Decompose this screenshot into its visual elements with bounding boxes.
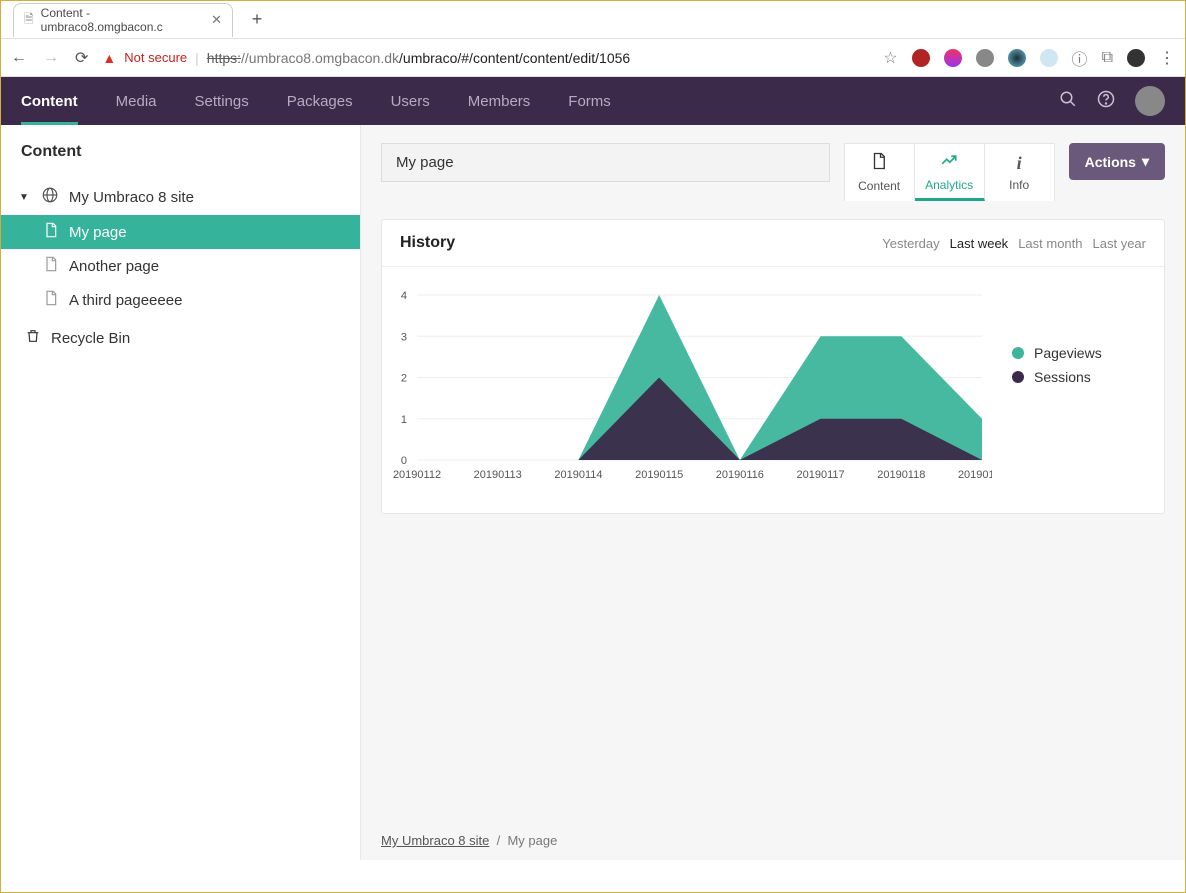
tree-item-third[interactable]: A third pageeeee — [1, 283, 360, 317]
nav-users[interactable]: Users — [391, 93, 430, 110]
nav-forms[interactable]: Forms — [568, 93, 611, 110]
date-range-selector: Yesterday Last week Last month Last year — [882, 236, 1146, 251]
nav-members[interactable]: Members — [468, 93, 531, 110]
browser-toolbar: ← → ⟳ ▲ Not secure | https://umbraco8.om… — [1, 39, 1185, 77]
search-icon[interactable] — [1059, 90, 1077, 113]
legend-dot-pageviews — [1012, 347, 1024, 359]
tree-recycle-bin[interactable]: Recycle Bin — [1, 321, 360, 355]
content-sidebar: Content ▼ My Umbraco 8 site My page Anot… — [1, 125, 361, 860]
svg-text:20190114: 20190114 — [554, 469, 602, 481]
document-icon — [43, 222, 59, 242]
url-text: https://umbraco8.omgbacon.dk/umbraco/#/c… — [207, 50, 630, 66]
svg-text:20190117: 20190117 — [797, 469, 845, 481]
document-icon — [870, 152, 888, 175]
legend-sessions: Sessions — [1034, 369, 1091, 385]
tree-root-label: My Umbraco 8 site — [69, 189, 194, 206]
tab-label: Content — [858, 179, 900, 193]
tree-item-label: Recycle Bin — [51, 330, 130, 347]
cast-icon[interactable]: ⧉ — [1102, 49, 1113, 67]
svg-text:2: 2 — [401, 373, 407, 385]
sidebar-title: Content — [1, 125, 360, 173]
main-panel: Content Analytics i Info Actions ▾ Histo… — [361, 125, 1185, 860]
panel-title: History — [400, 234, 455, 252]
profile-avatar[interactable] — [1127, 49, 1145, 67]
history-panel: History Yesterday Last week Last month L… — [381, 219, 1165, 514]
back-button[interactable]: ← — [11, 49, 27, 67]
document-icon — [43, 256, 59, 276]
breadcrumb-leaf: My page — [507, 833, 557, 848]
info-icon[interactable]: ⓘ — [1072, 46, 1088, 70]
tab-content[interactable]: Content — [845, 143, 915, 201]
nav-content[interactable]: Content — [21, 93, 78, 110]
actions-label: Actions — [1085, 154, 1136, 170]
svg-text:1: 1 — [401, 414, 407, 426]
svg-text:20190116: 20190116 — [716, 469, 764, 481]
tab-info[interactable]: i Info — [985, 143, 1055, 201]
trash-icon — [25, 328, 41, 348]
svg-text:20190112: 20190112 — [393, 469, 441, 481]
forward-button[interactable]: → — [43, 49, 59, 67]
caret-down-icon[interactable]: ▼ — [19, 192, 29, 203]
tab-label: Info — [1009, 178, 1029, 192]
nav-buttons: ← → ⟳ — [11, 48, 88, 68]
ext-icon-5[interactable] — [1040, 49, 1058, 67]
star-icon[interactable]: ☆ — [883, 48, 897, 68]
page-icon: 🗎 — [24, 10, 34, 31]
extensions: ⓘ ⧉ ⋮ — [912, 46, 1175, 70]
browser-tab[interactable]: 🗎 Content - umbraco8.omgbacon.c ✕ — [13, 3, 233, 37]
ext-icon-2[interactable] — [944, 49, 962, 67]
user-avatar[interactable] — [1135, 86, 1165, 116]
tree-root[interactable]: ▼ My Umbraco 8 site — [1, 179, 360, 215]
range-lastyear[interactable]: Last year — [1093, 236, 1146, 251]
new-tab-button[interactable]: + — [243, 6, 271, 34]
history-chart: 0 1 2 3 4 20190112 20190113 20190114 20190115 201… — [392, 285, 992, 495]
ext-icon-4[interactable] — [1008, 49, 1026, 67]
menu-icon[interactable]: ⋮ — [1159, 48, 1175, 68]
svg-text:20190113: 20190113 — [474, 469, 522, 481]
security-label: Not secure — [124, 50, 187, 65]
actions-button[interactable]: Actions ▾ — [1069, 143, 1165, 180]
globe-icon — [41, 186, 59, 208]
tree-item-label: A third pageeeee — [69, 292, 182, 309]
tab-analytics[interactable]: Analytics — [915, 143, 985, 201]
tree-item-label: My page — [69, 224, 127, 241]
close-tab-icon[interactable]: ✕ — [211, 12, 222, 28]
svg-text:20190118: 20190118 — [877, 469, 925, 481]
info-icon: i — [1017, 153, 1022, 174]
tree-item-another[interactable]: Another page — [1, 249, 360, 283]
address-bar[interactable]: ▲ Not secure | https://umbraco8.omgbacon… — [102, 50, 869, 66]
nav-settings[interactable]: Settings — [195, 93, 249, 110]
browser-tabstrip: 🗎 Content - umbraco8.omgbacon.c ✕ + — [1, 1, 1185, 39]
legend-dot-sessions — [1012, 371, 1024, 383]
document-icon — [43, 290, 59, 310]
tree-item-mypage[interactable]: My page — [1, 215, 360, 249]
nav-packages[interactable]: Packages — [287, 93, 353, 110]
legend-pageviews: Pageviews — [1034, 345, 1102, 361]
range-yesterday[interactable]: Yesterday — [882, 236, 939, 251]
breadcrumb-root[interactable]: My Umbraco 8 site — [381, 833, 489, 848]
svg-text:0: 0 — [401, 455, 407, 467]
help-icon[interactable] — [1097, 90, 1115, 113]
chart-legend: Pageviews Sessions — [992, 285, 1112, 495]
ext-icon-3[interactable] — [976, 49, 994, 67]
content-tabs: Content Analytics i Info — [844, 143, 1055, 201]
browser-tab-title: Content - umbraco8.omgbacon.c — [41, 6, 211, 34]
svg-text:3: 3 — [401, 331, 407, 343]
page-title-input[interactable] — [381, 143, 830, 182]
chart-icon — [940, 151, 958, 174]
reload-button[interactable]: ⟳ — [75, 48, 88, 68]
range-lastweek[interactable]: Last week — [950, 236, 1009, 251]
svg-text:20190119: 20190119 — [958, 469, 992, 481]
tab-label: Analytics — [925, 178, 973, 192]
warning-icon: ▲ — [102, 50, 116, 66]
nav-media[interactable]: Media — [116, 93, 157, 110]
breadcrumb: My Umbraco 8 site / My page — [381, 833, 557, 848]
svg-text:4: 4 — [401, 290, 407, 302]
caret-down-icon: ▾ — [1142, 153, 1149, 170]
ext-icon-1[interactable] — [912, 49, 930, 67]
app-topnav: Content Media Settings Packages Users Me… — [1, 77, 1185, 125]
tree-item-label: Another page — [69, 258, 159, 275]
range-lastmonth[interactable]: Last month — [1018, 236, 1082, 251]
svg-text:20190115: 20190115 — [635, 469, 683, 481]
